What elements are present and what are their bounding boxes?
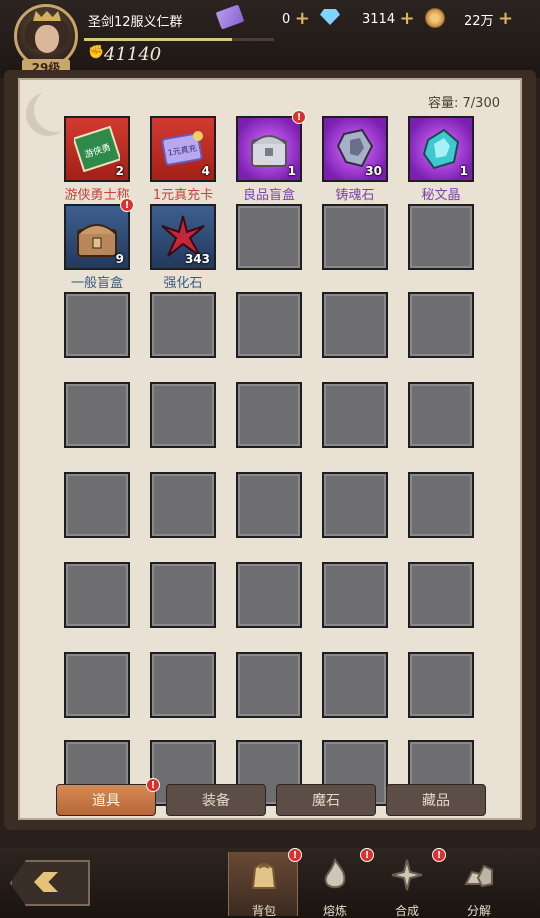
item-count: 30 — [365, 164, 382, 178]
empty-slot[interactable] — [236, 562, 302, 628]
ticket-count: 0 — [282, 11, 291, 27]
empty-slot[interactable] — [322, 652, 388, 718]
nav-decompose-label: 分解 — [466, 904, 491, 918]
rune-crystal-icon — [418, 126, 464, 172]
nav-smelt[interactable]: 熔炼 — [300, 852, 370, 918]
banner-icon: 游侠勇 — [72, 125, 122, 173]
coin-count: 22万 — [464, 13, 494, 29]
player-name: 圣剑12服义仁群 — [88, 15, 183, 30]
empty-slot[interactable] — [408, 204, 474, 270]
empty-slot[interactable] — [64, 292, 130, 358]
empty-slot[interactable] — [322, 562, 388, 628]
inventory-item[interactable]: 30 — [322, 116, 388, 182]
nav-bag[interactable]: 背包 — [228, 852, 298, 918]
empty-slot[interactable] — [236, 652, 302, 718]
item-count: 343 — [184, 252, 210, 266]
tab-equipment[interactable]: 装备 — [166, 784, 266, 816]
tab-collection[interactable]: 藏品 — [386, 784, 486, 816]
empty-slot[interactable] — [64, 382, 130, 448]
tab-items[interactable]: 道具 — [56, 784, 156, 816]
empty-slot[interactable] — [150, 652, 216, 718]
item-count: 9 — [115, 252, 124, 266]
item-label: 良品盲盒 — [242, 188, 295, 203]
item-label: 强化石 — [163, 276, 203, 291]
back-arrow-icon — [34, 872, 58, 892]
item-label: 秘文晶 — [421, 188, 461, 203]
empty-slot[interactable] — [236, 292, 302, 358]
ticket-currency: 0 + — [282, 8, 310, 30]
add-tickets-button[interactable]: + — [294, 10, 310, 28]
inventory-item[interactable]: 游侠勇 2 — [64, 116, 130, 182]
diamond-count: 3114 — [362, 11, 396, 27]
bag-icon — [251, 863, 277, 889]
inventory-item[interactable]: 1元真充 4 — [150, 116, 216, 182]
star-compass-icon — [391, 859, 423, 891]
coin-currency: 22万 + — [464, 8, 514, 30]
empty-slot[interactable] — [322, 472, 388, 538]
empty-slot[interactable] — [150, 382, 216, 448]
item-count: 4 — [201, 164, 210, 178]
wooden-chest-icon — [74, 214, 120, 260]
ticket-card-icon: 1元真充 — [160, 126, 206, 172]
empty-slot[interactable] — [408, 382, 474, 448]
add-coins-button[interactable]: + — [498, 10, 514, 28]
combat-power: 41140 — [104, 44, 162, 65]
empty-slot[interactable] — [236, 204, 302, 270]
coin-icon — [425, 8, 445, 28]
empty-slot[interactable] — [64, 652, 130, 718]
item-count: 1 — [459, 164, 468, 178]
item-count: 1 — [287, 164, 296, 178]
item-count: 2 — [115, 164, 124, 178]
empty-slot[interactable] — [322, 292, 388, 358]
empty-slot[interactable] — [236, 472, 302, 538]
empty-slot[interactable] — [408, 292, 474, 358]
diamond-currency: 3114 + — [362, 8, 415, 30]
inventory-item[interactable]: 1 — [408, 116, 474, 182]
empty-slot[interactable] — [150, 562, 216, 628]
flame-icon — [324, 858, 346, 889]
item-new-badge: ! — [292, 110, 306, 124]
rocks-icon — [464, 864, 493, 888]
tab-magic-stones[interactable]: 魔石 — [276, 784, 376, 816]
empty-slot[interactable] — [322, 382, 388, 448]
inventory-item[interactable]: 9 — [64, 204, 130, 270]
item-label: 一般盲盒 — [70, 276, 123, 291]
back-button[interactable] — [10, 860, 90, 906]
empty-slot[interactable] — [322, 204, 388, 270]
nav-smelt-label: 熔炼 — [322, 904, 347, 918]
nav-bag-label: 背包 — [251, 904, 276, 918]
empty-slot[interactable] — [408, 562, 474, 628]
item-label: 1元真充卡 — [152, 188, 214, 203]
empty-slot[interactable] — [408, 652, 474, 718]
item-label: 铸魂石 — [335, 188, 375, 203]
inventory-item[interactable]: 343 — [150, 204, 216, 270]
nav-synthesize-label: 合成 — [394, 904, 419, 918]
empty-slot[interactable] — [150, 292, 216, 358]
add-diamonds-button[interactable]: + — [399, 10, 415, 28]
empty-slot[interactable] — [64, 562, 130, 628]
category-tabs: 道具 装备 魔石 藏品 ! — [48, 778, 492, 818]
inventory-panel: 容量: 7/300 游侠勇 2 游侠勇士称 1元真充 4 1元真充卡 1 良品盲盒! 30 铸魂石… — [18, 78, 522, 820]
empty-slot[interactable] — [150, 472, 216, 538]
empty-slot[interactable] — [236, 382, 302, 448]
empty-slot[interactable] — [64, 472, 130, 538]
nav-decompose[interactable]: 分解 — [444, 852, 514, 918]
nav-synthesize[interactable]: 合成 — [372, 852, 442, 918]
silver-chest-icon — [246, 126, 292, 172]
exp-bar — [84, 38, 274, 41]
inventory-capacity: 容量: 7/300 — [428, 96, 500, 111]
item-new-badge: ! — [120, 198, 134, 212]
tab-items-badge: ! — [146, 778, 160, 792]
fist-icon: ✊ — [88, 45, 105, 60]
inventory-item[interactable]: 1 — [236, 116, 302, 182]
empty-slot[interactable] — [408, 472, 474, 538]
